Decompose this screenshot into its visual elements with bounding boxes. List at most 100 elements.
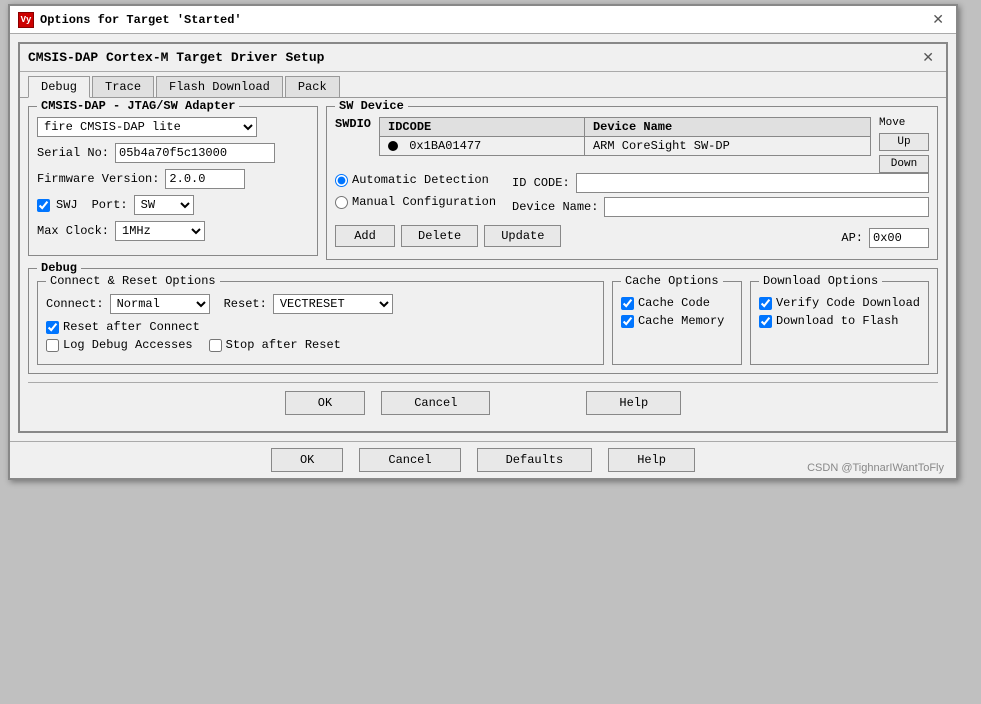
tabs-bar: Debug Trace Flash Download Pack — [20, 72, 946, 98]
max-clock-select[interactable]: 1MHz 2MHz — [115, 221, 205, 241]
verify-code-label: Verify Code Download — [776, 296, 920, 310]
inner-title-text: CMSIS-DAP Cortex-M Target Driver Setup — [28, 50, 324, 65]
stop-after-reset-label: Stop after Reset — [226, 338, 341, 352]
sw-device-title: SW Device — [335, 99, 408, 113]
id-code-label: ID CODE: — [512, 176, 570, 190]
inner-cancel-button[interactable]: Cancel — [381, 391, 490, 415]
swdio-label: SWDIO — [335, 117, 371, 131]
verify-code-row: Verify Code Download — [759, 296, 920, 310]
col-device-name: Device Name — [584, 118, 870, 137]
adapter-row: fire CMSIS-DAP lite — [37, 117, 309, 137]
reset-label: Reset: — [224, 297, 267, 311]
port-select[interactable]: SW JTAG — [134, 195, 194, 215]
inner-close-button[interactable]: ✕ — [918, 49, 938, 66]
tab-content-debug: CMSIS-DAP - JTAG/SW Adapter fire CMSIS-D… — [20, 98, 946, 431]
connect-reset-group: Connect & Reset Options Connect: Normal … — [37, 281, 604, 365]
cell-idcode: 0x1BA01477 — [380, 137, 585, 156]
debug-group: Debug Connect & Reset Options Connect: N… — [28, 268, 938, 374]
outer-help-button[interactable]: Help — [608, 448, 695, 472]
inner-ok-button[interactable]: OK — [285, 391, 365, 415]
add-button[interactable]: Add — [335, 225, 395, 247]
adapter-select[interactable]: fire CMSIS-DAP lite — [37, 117, 257, 137]
download-flash-checkbox[interactable] — [759, 315, 772, 328]
download-flash-row: Download to Flash — [759, 314, 920, 328]
action-ap-row: Add Delete Update AP: — [335, 225, 929, 251]
connect-reset-title: Connect & Reset Options — [46, 274, 220, 288]
connect-select[interactable]: Normal Under Reset — [110, 294, 210, 314]
outer-ok-button[interactable]: OK — [271, 448, 343, 472]
inner-help-button[interactable]: Help — [586, 391, 681, 415]
sw-device-table-row: SWDIO IDCODE Device Name — [335, 117, 929, 173]
firmware-row: Firmware Version: — [37, 169, 309, 189]
sw-device-content: SWDIO IDCODE Device Name — [335, 117, 929, 251]
cache-title: Cache Options — [621, 274, 723, 288]
delete-button[interactable]: Delete — [401, 225, 478, 247]
swj-checkbox[interactable] — [37, 199, 50, 212]
left-panel: CMSIS-DAP - JTAG/SW Adapter fire CMSIS-D… — [28, 106, 318, 268]
serial-row: Serial No: — [37, 143, 309, 163]
manual-config-label: Manual Configuration — [352, 195, 496, 209]
stop-after-reset-row: Stop after Reset — [209, 338, 341, 352]
max-clock-label: Max Clock: — [37, 224, 109, 238]
main-two-col: CMSIS-DAP - JTAG/SW Adapter fire CMSIS-D… — [28, 106, 938, 268]
jtag-sw-content: fire CMSIS-DAP lite Serial No: Firmware … — [37, 117, 309, 241]
connect-label: Connect: — [46, 297, 104, 311]
download-group: Download Options Verify Code Download Do… — [750, 281, 929, 365]
reset-after-connect-row: Reset after Connect — [46, 320, 595, 334]
detection-section: Automatic Detection Manual Configuration — [335, 173, 929, 217]
manual-config-radio[interactable] — [335, 196, 348, 209]
tab-trace[interactable]: Trace — [92, 76, 154, 97]
sw-device-group: SW Device SWDIO IDCODE Devic — [326, 106, 938, 260]
outer-title: Vy Options for Target 'Started' — [18, 12, 242, 28]
device-name-input[interactable] — [604, 197, 929, 217]
device-name-label: Device Name: — [512, 200, 598, 214]
ap-input[interactable] — [869, 228, 929, 248]
firmware-input[interactable] — [165, 169, 245, 189]
table-row[interactable]: 0x1BA01477 ARM CoreSight SW-DP — [380, 137, 871, 156]
connect-reset-row: Connect: Normal Under Reset Reset: VECTR… — [46, 294, 595, 314]
stop-after-reset-checkbox[interactable] — [209, 339, 222, 352]
move-up-button[interactable]: Up — [879, 133, 929, 151]
tab-flash-download[interactable]: Flash Download — [156, 76, 283, 97]
outer-window: Vy Options for Target 'Started' ✕ CMSIS-… — [8, 4, 958, 480]
log-debug-checkbox[interactable] — [46, 339, 59, 352]
cache-memory-label: Cache Memory — [638, 314, 724, 328]
reset-after-connect-label: Reset after Connect — [63, 320, 200, 334]
cache-group: Cache Options Cache Code Cache Memory — [612, 281, 742, 365]
tab-debug[interactable]: Debug — [28, 76, 90, 98]
port-label: Port: — [92, 198, 128, 212]
cache-memory-row: Cache Memory — [621, 314, 733, 328]
inner-footer-buttons: OK Cancel Help — [28, 382, 938, 423]
outer-cancel-button[interactable]: Cancel — [359, 448, 460, 472]
log-stop-row: Log Debug Accesses Stop after Reset — [46, 338, 595, 356]
download-content: Verify Code Download Download to Flash — [759, 296, 920, 328]
update-button[interactable]: Update — [484, 225, 561, 247]
ap-row: AP: — [841, 228, 929, 248]
right-panel: SW Device SWDIO IDCODE Devic — [326, 106, 938, 268]
reset-select[interactable]: VECTRESET SYSRESETREQ — [273, 294, 393, 314]
auto-detection-radio[interactable] — [335, 174, 348, 187]
ap-label: AP: — [841, 231, 863, 245]
cache-memory-checkbox[interactable] — [621, 315, 634, 328]
serial-label: Serial No: — [37, 146, 109, 160]
swj-port-row: SWJ Port: SW JTAG — [37, 195, 309, 215]
inner-window: CMSIS-DAP Cortex-M Target Driver Setup ✕… — [18, 42, 948, 433]
outer-close-button[interactable]: ✕ — [928, 11, 948, 28]
outer-title-text: Options for Target 'Started' — [40, 13, 242, 27]
cache-code-label: Cache Code — [638, 296, 710, 310]
tab-pack[interactable]: Pack — [285, 76, 340, 97]
serial-input[interactable] — [115, 143, 275, 163]
outer-defaults-button[interactable]: Defaults — [477, 448, 593, 472]
detection-left: Automatic Detection Manual Configuration — [335, 173, 496, 217]
move-down-button[interactable]: Down — [879, 155, 929, 173]
cache-code-checkbox[interactable] — [621, 297, 634, 310]
auto-detection-row: Automatic Detection — [335, 173, 496, 187]
app-icon: Vy — [18, 12, 34, 28]
verify-code-checkbox[interactable] — [759, 297, 772, 310]
reset-after-connect-checkbox[interactable] — [46, 321, 59, 334]
jtag-sw-group: CMSIS-DAP - JTAG/SW Adapter fire CMSIS-D… — [28, 106, 318, 256]
watermark: CSDN @TighnarIWantToFly — [807, 462, 944, 474]
sw-table-wrap: IDCODE Device Name — [379, 117, 871, 162]
inner-titlebar: CMSIS-DAP Cortex-M Target Driver Setup ✕ — [20, 44, 946, 72]
id-code-input[interactable] — [576, 173, 929, 193]
